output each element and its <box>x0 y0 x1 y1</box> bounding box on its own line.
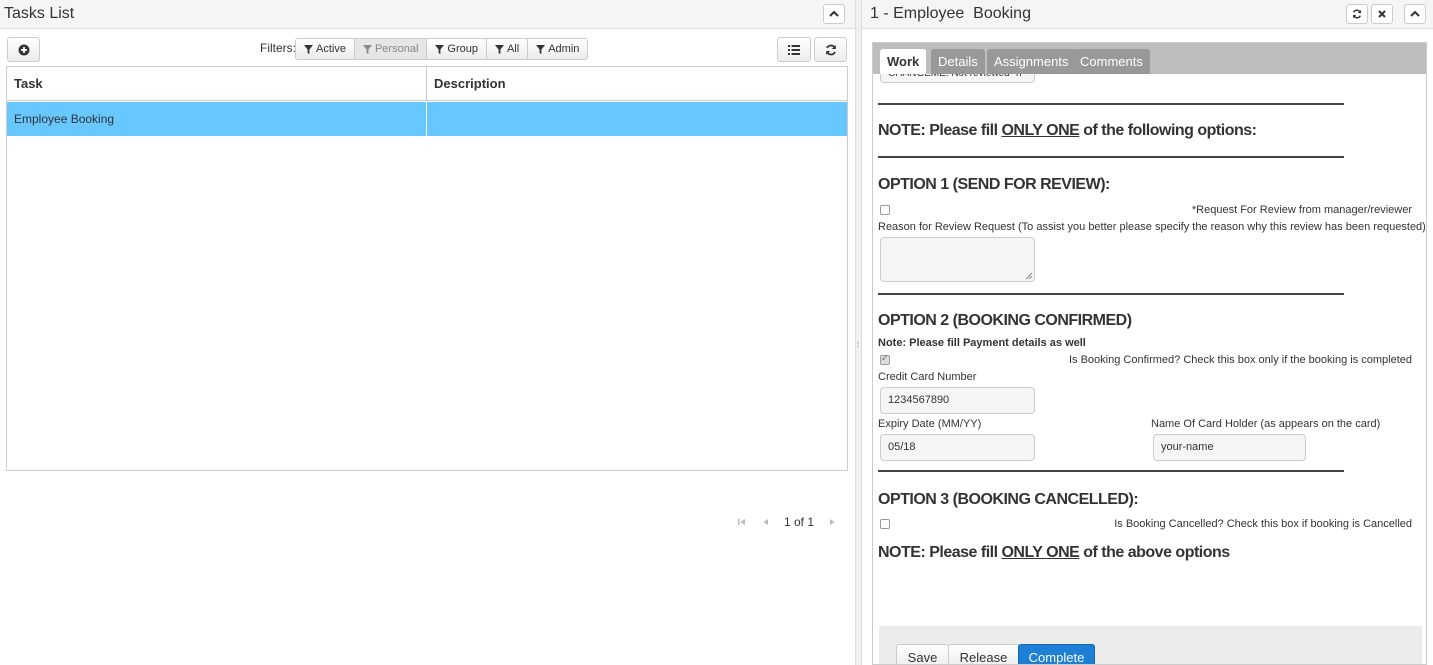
release-button[interactable]: Release <box>948 644 1019 664</box>
tasks-table: Task Description Employee Booking <box>6 66 848 471</box>
booking-confirmed-checkbox[interactable] <box>880 353 890 365</box>
column-header-description[interactable]: Description <box>427 67 506 101</box>
splitter-grip-icon[interactable]: ⁞ <box>857 342 859 349</box>
booking-confirmed-label: Is Booking Confirmed? Check this box onl… <box>1068 354 1412 366</box>
note-heading-bottom: NOTE: Please fill ONLY ONE of the above … <box>878 544 1230 562</box>
page-indicator: 1 of 1 <box>784 515 815 529</box>
option3-heading: OPTION 3 (BOOKING CANCELLED): <box>878 491 1139 508</box>
status-field[interactable]: CHANGEME: Not reviewed "n <box>880 74 1035 83</box>
work-form: CHANGEME: Not reviewed "n NOTE: Please f… <box>873 74 1426 664</box>
tasks-table-header: Task Description <box>7 67 847 101</box>
task-cell: Employee Booking <box>14 112 115 126</box>
filter-group-button[interactable]: Group <box>426 38 487 60</box>
plus-circle-icon <box>18 44 29 55</box>
note-text: of the following options: <box>1079 122 1257 139</box>
filter-icon <box>494 44 504 54</box>
panel-splitter[interactable]: ⁞ <box>855 0 862 665</box>
description-cell <box>427 102 434 136</box>
task-detail-title: 1 - Employee Booking <box>870 5 1031 22</box>
chevron-up-icon <box>829 10 839 17</box>
tab-work[interactable]: Work <box>880 49 927 74</box>
column-header-task[interactable]: Task <box>7 67 43 101</box>
resize-handle-icon[interactable] <box>1024 271 1033 280</box>
note-emphasis: ONLY ONE <box>1001 544 1080 561</box>
form-action-bar: Save Release Complete <box>879 626 1422 664</box>
close-task-button[interactable] <box>1371 4 1393 24</box>
card-holder-input[interactable]: your-name <box>1153 434 1306 461</box>
divider <box>878 156 1344 158</box>
expiry-date-input[interactable]: 05/18 <box>880 434 1035 461</box>
divider <box>878 293 1344 295</box>
filter-group: Active Personal Group All Admin <box>295 38 589 60</box>
tab-assignments[interactable]: Assignments <box>987 49 1076 74</box>
option2-heading: OPTION 2 (BOOKING CONFIRMED) <box>878 312 1132 329</box>
refresh-task-button[interactable] <box>1346 4 1368 24</box>
note-text: NOTE: Please fill <box>878 544 1002 561</box>
task-detail-header: 1 - Employee Booking <box>862 0 1433 29</box>
note-heading-top: NOTE: Please fill ONLY ONE of the follow… <box>878 122 1257 140</box>
close-icon <box>1378 10 1386 18</box>
save-button[interactable]: Save <box>896 644 949 664</box>
list-icon <box>788 44 800 55</box>
filter-icon <box>362 44 372 54</box>
refresh-tasks-button[interactable] <box>814 37 847 62</box>
filter-group-label: Group <box>447 43 478 55</box>
tasks-list-panel: Tasks List Filters: Active Personal Grou… <box>0 0 855 665</box>
table-row[interactable]: Employee Booking <box>7 102 847 136</box>
filter-admin-button[interactable]: Admin <box>527 38 589 60</box>
filter-all-button[interactable]: All <box>485 38 529 60</box>
note-emphasis: ONLY ONE <box>1001 122 1080 139</box>
credit-card-input[interactable]: 1234567890 <box>880 387 1035 414</box>
filter-personal-label: Personal <box>374 43 419 55</box>
expiry-date-label: Expiry Date (MM/YY) <box>878 418 982 430</box>
filter-active-label: Active <box>316 43 346 55</box>
filter-admin-label: Admin <box>548 43 580 55</box>
pager: 1 of 1 <box>736 514 850 530</box>
tab-details[interactable]: Details <box>931 49 985 74</box>
option1-heading: OPTION 1 (SEND FOR REVIEW): <box>878 176 1110 193</box>
request-review-label: *Request For Review from manager/reviewe… <box>1191 204 1412 216</box>
request-review-checkbox[interactable] <box>880 205 890 215</box>
review-reason-label: Reason for Review Request (To assist you… <box>878 221 1426 233</box>
list-view-button[interactable] <box>777 37 811 62</box>
prev-page-icon[interactable] <box>760 516 772 528</box>
filter-icon <box>536 44 546 54</box>
note-text: NOTE: Please fill <box>878 122 1002 139</box>
filter-personal-button[interactable]: Personal <box>353 38 428 60</box>
collapse-task-button[interactable] <box>1404 4 1426 24</box>
chevron-up-icon <box>1410 10 1420 17</box>
complete-button[interactable]: Complete <box>1018 644 1095 664</box>
card-holder-label: Name Of Card Holder (as appears on the c… <box>1151 418 1381 430</box>
first-page-icon[interactable] <box>736 516 748 528</box>
collapse-tasks-button[interactable] <box>823 4 845 24</box>
payment-note: Note: Please fill Payment details as wel… <box>878 337 1086 349</box>
credit-card-label: Credit Card Number <box>878 371 977 383</box>
next-page-icon[interactable] <box>826 516 838 528</box>
note-text: of the above options <box>1079 544 1230 561</box>
task-detail-panel: 1 - Employee Booking Work Details Assign… <box>862 0 1433 665</box>
refresh-icon <box>825 44 836 55</box>
task-tabs: Work Details Assignments Comments <box>873 43 1426 74</box>
tab-comments[interactable]: Comments <box>1073 49 1150 74</box>
tasks-list-header: Tasks List <box>0 0 855 29</box>
divider <box>878 470 1344 472</box>
filter-icon <box>435 44 445 54</box>
booking-cancelled-checkbox[interactable] <box>880 519 890 529</box>
task-form-frame: Work Details Assignments Comments CHANGE… <box>872 42 1427 665</box>
booking-cancelled-label: Is Booking Cancelled? Check this box if … <box>1114 518 1412 530</box>
filters-label: Filters: <box>260 41 296 55</box>
filter-all-label: All <box>506 43 520 55</box>
tasks-list-title: Tasks List <box>4 5 75 22</box>
refresh-icon <box>1352 9 1362 19</box>
filter-icon <box>304 44 313 54</box>
filter-active-button[interactable]: Active <box>295 38 355 60</box>
review-reason-textarea[interactable] <box>880 237 1035 282</box>
divider <box>878 103 1344 105</box>
add-task-button[interactable] <box>7 37 40 62</box>
